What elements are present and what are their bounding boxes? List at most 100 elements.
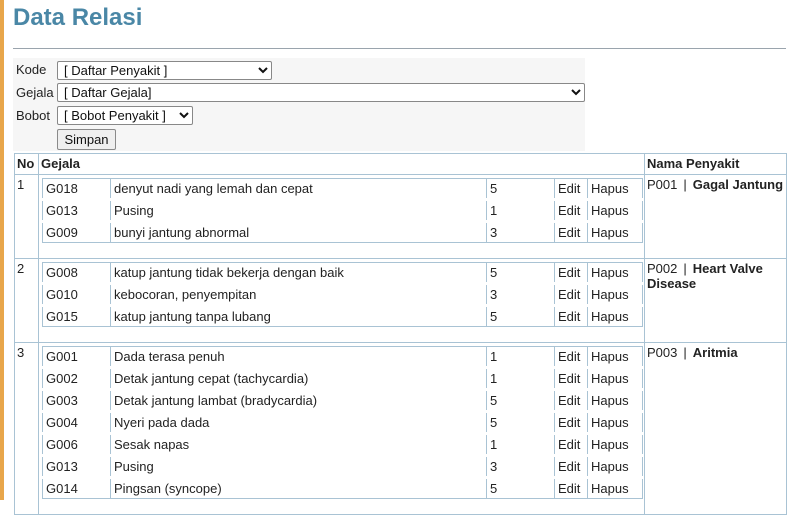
gejala-code: G018 — [42, 178, 111, 200]
gejala-list: G001 Dada terasa penuh 1 Edit Hapus G002 Detak… — [42, 346, 643, 499]
edit-link[interactable]: Edit — [554, 432, 588, 456]
hapus-link[interactable]: Hapus — [587, 178, 643, 200]
gejala-bobot: 5 — [486, 388, 555, 412]
edit-link[interactable]: Edit — [554, 220, 588, 243]
gejala-item: G014 Pingsan (syncope) 5 Edit Hapus — [42, 476, 643, 499]
penyakit-cell: P001 | Gagal Jantung — [644, 174, 787, 259]
edit-link[interactable]: Edit — [554, 346, 588, 368]
gejala-name: Nyeri pada dada — [110, 410, 487, 434]
gejala-code: G009 — [42, 220, 111, 243]
penyakit-cell: P003 | Aritmia — [644, 342, 787, 515]
hapus-link[interactable]: Hapus — [587, 388, 643, 412]
hapus-link[interactable]: Hapus — [587, 198, 643, 222]
hapus-link[interactable]: Hapus — [587, 282, 643, 306]
gejala-bobot: 3 — [486, 220, 555, 243]
gejala-bobot: 1 — [486, 198, 555, 222]
gejala-code: G003 — [42, 388, 111, 412]
gejala-select[interactable]: [ Daftar Gejala] — [57, 83, 585, 102]
gejala-bobot: 1 — [486, 432, 555, 456]
edit-link[interactable]: Edit — [554, 366, 588, 390]
edit-link[interactable]: Edit — [554, 262, 588, 284]
gejala-cell: G018 denyut nadi yang lemah dan cepat 5 Edi… — [38, 174, 645, 259]
gejala-code: G015 — [42, 304, 111, 327]
gejala-cell: G001 Dada terasa penuh 1 Edit Hapus G002 Detak… — [38, 342, 645, 515]
gejala-item: G013 Pusing 1 Edit Hapus — [42, 198, 643, 222]
gejala-bobot: 5 — [486, 178, 555, 200]
gejala-item: G006 Sesak napas 1 Edit Hapus — [42, 432, 643, 456]
header-gejala: Gejala — [38, 153, 645, 175]
penyakit-name: Aritmia — [692, 345, 738, 360]
bobot-label: Bobot — [16, 108, 50, 123]
gejala-code: G001 — [42, 346, 111, 368]
hapus-link[interactable]: Hapus — [587, 304, 643, 327]
penyakit-name: Gagal Jantung — [692, 177, 784, 192]
hapus-link[interactable]: Hapus — [587, 366, 643, 390]
page-title: Data Relasi — [13, 4, 143, 31]
hapus-link[interactable]: Hapus — [587, 262, 643, 284]
gejala-code: G013 — [42, 198, 111, 222]
gejala-bobot: 5 — [486, 304, 555, 327]
header-nama-penyakit: Nama Penyakit — [644, 153, 787, 175]
hapus-link[interactable]: Hapus — [587, 220, 643, 243]
gejala-bobot: 1 — [486, 346, 555, 368]
edit-link[interactable]: Edit — [554, 304, 588, 327]
edit-link[interactable]: Edit — [554, 282, 588, 306]
gejala-code: G006 — [42, 432, 111, 456]
penyakit-separator: | — [683, 345, 687, 360]
edit-link[interactable]: Edit — [554, 454, 588, 478]
gejala-bobot: 5 — [486, 410, 555, 434]
edit-link[interactable]: Edit — [554, 198, 588, 222]
simpan-button[interactable]: Simpan — [57, 129, 116, 150]
gejala-code: G013 — [42, 454, 111, 478]
row-number: 2 — [14, 258, 39, 343]
penyakit-separator: | — [683, 177, 687, 192]
header-no: No — [14, 153, 39, 175]
edit-link[interactable]: Edit — [554, 476, 588, 499]
gejala-name: Detak jantung cepat (tachycardia) — [110, 366, 487, 390]
kode-select[interactable]: [ Daftar Penyakit ] — [57, 61, 272, 80]
kode-label: Kode — [16, 62, 47, 77]
gejala-item: G004 Nyeri pada dada 5 Edit Hapus — [42, 410, 643, 434]
gejala-item: G003 Detak jantung lambat (bradycardia) 5 E… — [42, 388, 643, 412]
hapus-link[interactable]: Hapus — [587, 476, 643, 499]
gejala-cell: G008 katup jantung tidak bekerja dengan b… — [38, 258, 645, 343]
gejala-name: denyut nadi yang lemah dan cepat — [110, 178, 487, 200]
edit-link[interactable]: Edit — [554, 410, 588, 434]
penyakit-code: P003 — [647, 345, 678, 360]
gejala-item: G001 Dada terasa penuh 1 Edit Hapus — [42, 346, 643, 368]
penyakit-separator: | — [683, 261, 687, 276]
gejala-item: G008 katup jantung tidak bekerja dengan b… — [42, 262, 643, 284]
gejala-list: G018 denyut nadi yang lemah dan cepat 5 Edi… — [42, 178, 643, 243]
penyakit-code: P002 — [647, 261, 678, 276]
gejala-name: Pusing — [110, 198, 487, 222]
hapus-link[interactable]: Hapus — [587, 432, 643, 456]
gejala-name: Pusing — [110, 454, 487, 478]
row-number: 1 — [14, 174, 39, 259]
gejala-bobot: 1 — [486, 366, 555, 390]
table-header-row: No Gejala Nama Penyakit — [14, 153, 787, 175]
relasi-table: No Gejala Nama Penyakit 1 G018 denyut nadi… — [14, 153, 787, 515]
row-number: 3 — [14, 342, 39, 515]
gejala-item: G010 kebocoran, penyempitan 3 Edit Hapus — [42, 282, 643, 306]
hapus-link[interactable]: Hapus — [587, 454, 643, 478]
gejala-item: G015 katup jantung tanpa lubang 5 Edit Hapus — [42, 304, 643, 327]
table-row: 1 G018 denyut nadi yang lemah dan cepat 5 Ed… — [14, 174, 787, 259]
page-content: Data Relasi Kode [ Daftar Penyakit ] Gej… — [13, 0, 787, 515]
bobot-select[interactable]: [ Bobot Penyakit ] — [57, 106, 193, 125]
gejala-code: G004 — [42, 410, 111, 434]
hapus-link[interactable]: Hapus — [587, 346, 643, 368]
gejala-item: G018 denyut nadi yang lemah dan cepat 5 Edi… — [42, 178, 643, 200]
hapus-link[interactable]: Hapus — [587, 410, 643, 434]
edit-link[interactable]: Edit — [554, 178, 588, 200]
penyakit-cell: P002 | Heart Valve Disease — [644, 258, 787, 343]
gejala-item: G009 bunyi jantung abnormal 3 Edit Hapus — [42, 220, 643, 243]
gejala-item: G002 Detak jantung cepat (tachycardia) 1 Ed… — [42, 366, 643, 390]
gejala-code: G008 — [42, 262, 111, 284]
title-divider — [13, 48, 786, 49]
relasi-form: Kode [ Daftar Penyakit ] Gejala [ Daftar… — [13, 58, 585, 151]
gejala-name: katup jantung tanpa lubang — [110, 304, 487, 327]
edit-link[interactable]: Edit — [554, 388, 588, 412]
gejala-bobot: 3 — [486, 454, 555, 478]
gejala-name: Dada terasa penuh — [110, 346, 487, 368]
gejala-bobot: 5 — [486, 476, 555, 499]
